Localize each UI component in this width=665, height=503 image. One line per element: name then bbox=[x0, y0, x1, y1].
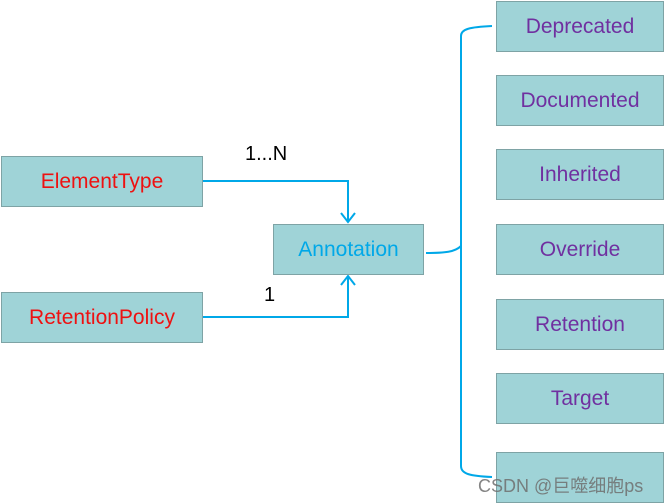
element-type-box: ElementType bbox=[1, 156, 203, 207]
multiplicity-label: 1...N bbox=[245, 143, 288, 165]
retention-policy-box: RetentionPolicy bbox=[1, 292, 203, 343]
annotation-box: Annotation bbox=[273, 224, 424, 275]
retention-box: Retention bbox=[496, 299, 664, 350]
box-label: Target bbox=[550, 386, 610, 410]
watermark: CSDN @巨噬细胞ps bbox=[478, 476, 644, 496]
diagram: ElementType RetentionPolicy 1...N 1 Anno… bbox=[0, 0, 665, 503]
box-label: ElementType bbox=[40, 169, 164, 193]
box-label: Documented bbox=[520, 88, 640, 112]
box-label: Inherited bbox=[539, 162, 621, 186]
inherited-box: Inherited bbox=[496, 149, 664, 200]
brace bbox=[425, 25, 493, 478]
target-box: Target bbox=[496, 373, 664, 424]
box-label: Retention bbox=[535, 312, 625, 336]
multiplicity-label: 1 bbox=[264, 284, 276, 306]
box-label: RetentionPolicy bbox=[29, 305, 175, 329]
connector-elementtype bbox=[203, 180, 349, 222]
box-label: Annotation bbox=[298, 237, 399, 261]
deprecated-box: Deprecated bbox=[496, 1, 664, 52]
box-label: Override bbox=[539, 237, 621, 261]
documented-box: Documented bbox=[496, 75, 664, 126]
box-label: Deprecated bbox=[525, 14, 635, 38]
override-box: Override bbox=[496, 224, 664, 275]
connector-retentionpolicy bbox=[203, 276, 349, 318]
